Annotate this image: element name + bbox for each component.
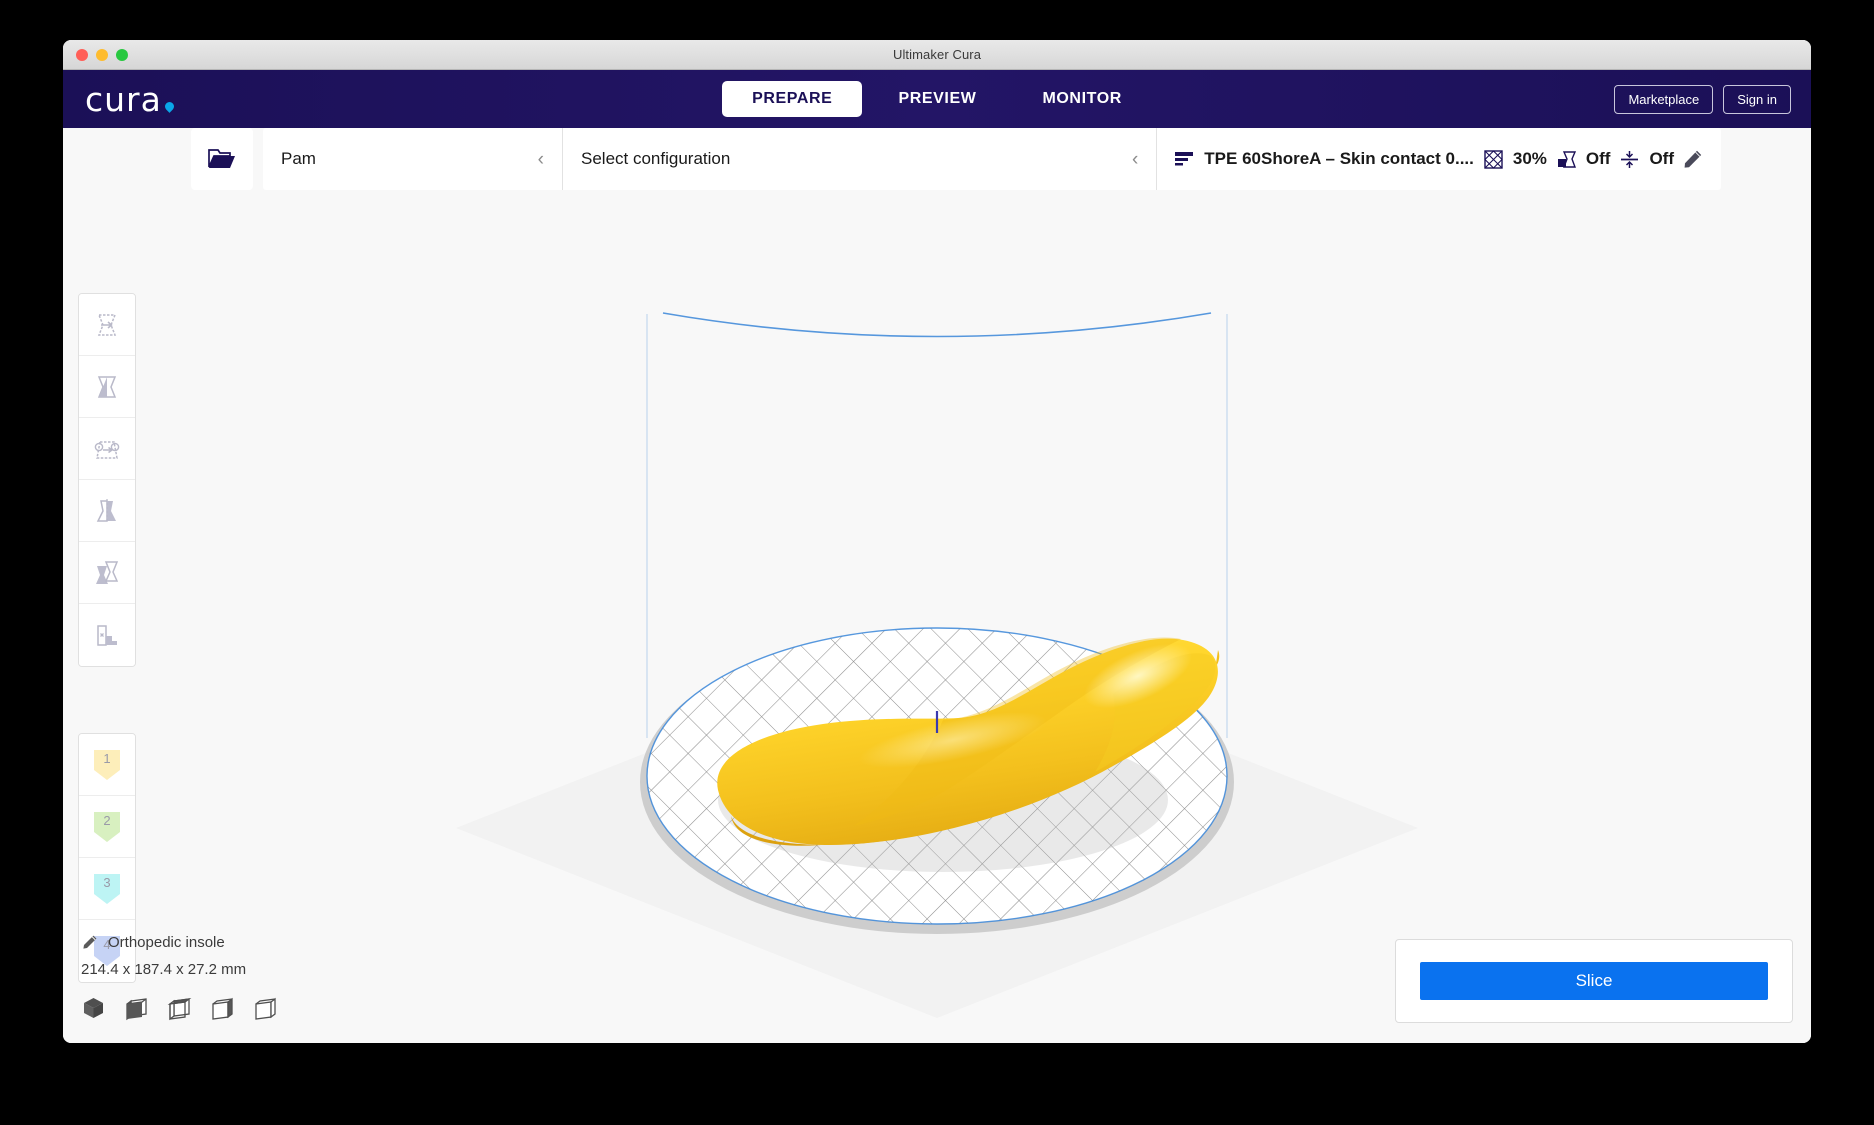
- rotate-icon: [92, 434, 122, 464]
- object-dimensions: 214.4 x 187.4 x 27.2 mm: [81, 961, 278, 978]
- support-blocker-icon: [92, 620, 122, 650]
- infill-icon: [1483, 149, 1504, 170]
- slice-button[interactable]: Slice: [1420, 962, 1768, 1000]
- application-header: cura PREPARE PREVIEW MONITOR Marketplace…: [63, 70, 1811, 128]
- window-title-bar: Ultimaker Cura: [63, 40, 1811, 70]
- extruder-number-2: 2: [79, 813, 135, 828]
- window-controls: [76, 40, 128, 69]
- 3d-viewport[interactable]: 1 2 3 4: [63, 128, 1811, 1043]
- cura-application-window: Ultimaker Cura cura PREPARE PREVIEW MONI…: [63, 40, 1811, 1043]
- view-front-icon[interactable]: [124, 996, 149, 1021]
- action-panel: Slice: [1395, 939, 1793, 1023]
- mirror-icon: [92, 496, 122, 526]
- object-name: Orthopedic insole: [108, 934, 225, 951]
- printer-selector[interactable]: Pam ‹: [263, 128, 563, 190]
- edit-settings-pencil-icon[interactable]: [1683, 149, 1703, 169]
- marketplace-button[interactable]: Marketplace: [1614, 85, 1713, 114]
- extruder-number-3: 3: [79, 875, 135, 890]
- print-settings-selector[interactable]: TPE 60ShoreA – Skin contact 0.... 30% Of…: [1157, 128, 1721, 190]
- view-mode-buttons: [81, 996, 278, 1021]
- mirror-tool-button[interactable]: [79, 480, 135, 542]
- view-top-icon[interactable]: [167, 996, 192, 1021]
- adhesion-value: Off: [1649, 149, 1674, 169]
- adhesion-icon: [1619, 149, 1640, 170]
- view-right-icon[interactable]: [253, 996, 278, 1021]
- extruder-number-1: 1: [79, 751, 135, 766]
- object-info-panel: Orthopedic insole 214.4 x 187.4 x 27.2 m…: [81, 934, 278, 1021]
- main-tab-bar: PREPARE PREVIEW MONITOR: [63, 81, 1811, 117]
- support-blocker-tool-button[interactable]: [79, 604, 135, 666]
- close-window-button[interactable]: [76, 49, 88, 61]
- infill-value: 30%: [1513, 149, 1547, 169]
- object-name-row[interactable]: Orthopedic insole: [81, 934, 278, 951]
- configuration-collapse-chevron-left-icon[interactable]: ‹: [1132, 150, 1138, 169]
- open-folder-icon: [206, 143, 238, 175]
- per-model-settings-tool-button[interactable]: [79, 542, 135, 604]
- sign-in-button[interactable]: Sign in: [1723, 85, 1791, 114]
- per-model-settings-icon: [92, 558, 122, 588]
- configuration-selector[interactable]: Select configuration ‹: [563, 128, 1157, 190]
- extruder-button-2[interactable]: 2: [79, 796, 135, 858]
- configuration-bar: Pam ‹ Select configuration ‹ TPE 60Shore…: [63, 128, 1811, 190]
- support-value: Off: [1586, 149, 1611, 169]
- pencil-icon: [81, 934, 98, 951]
- move-tool-button[interactable]: [79, 294, 135, 356]
- configuration-label: Select configuration: [581, 149, 730, 169]
- tab-preview[interactable]: PREVIEW: [868, 81, 1006, 117]
- build-volume-top-arc: [663, 313, 1211, 337]
- build-plate-scene: [63, 128, 1811, 1043]
- move-icon: [92, 310, 122, 340]
- open-file-button[interactable]: [191, 128, 253, 190]
- tab-monitor[interactable]: MONITOR: [1012, 81, 1151, 117]
- view-left-icon[interactable]: [210, 996, 235, 1021]
- window-title: Ultimaker Cura: [63, 47, 1811, 62]
- extruder-button-3[interactable]: 3: [79, 858, 135, 920]
- rotate-tool-button[interactable]: [79, 418, 135, 480]
- minimize-window-button[interactable]: [96, 49, 108, 61]
- scale-icon: [92, 372, 122, 402]
- print-profile-name: TPE 60ShoreA – Skin contact 0....: [1204, 149, 1474, 169]
- support-icon: [1556, 149, 1577, 170]
- configuration-strip: Pam ‹ Select configuration ‹ TPE 60Shore…: [263, 128, 1721, 190]
- maximize-window-button[interactable]: [116, 49, 128, 61]
- tab-prepare[interactable]: PREPARE: [722, 81, 862, 117]
- printer-collapse-chevron-left-icon[interactable]: ‹: [538, 150, 544, 169]
- tool-panel: [78, 293, 136, 667]
- scale-tool-button[interactable]: [79, 356, 135, 418]
- printer-name: Pam: [281, 149, 316, 169]
- print-profile-icon: [1173, 148, 1195, 170]
- extruder-button-1[interactable]: 1: [79, 734, 135, 796]
- header-actions: Marketplace Sign in: [1614, 85, 1791, 114]
- view-3d-icon[interactable]: [81, 996, 106, 1021]
